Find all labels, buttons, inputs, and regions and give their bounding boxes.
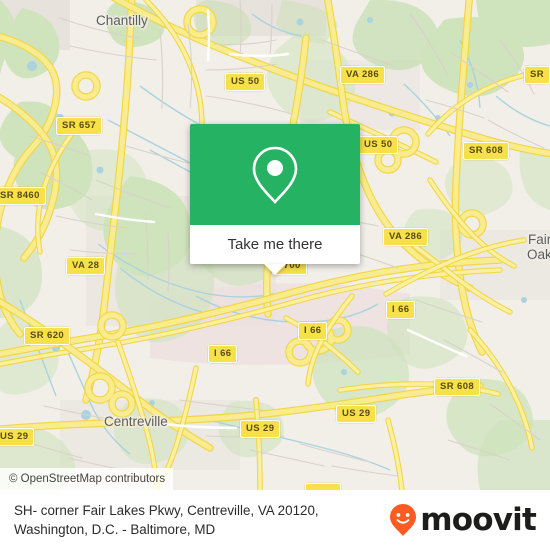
road-shield: I 66 [386,301,416,319]
moovit-map-screenshot: .park { fill:#cfe3bd; } .wood { fill:#c6… [0,0,550,550]
road-shield: SR 657 [56,117,103,135]
road-shield [305,483,341,490]
location-pin-icon [252,146,298,204]
road-shield: US 29 [240,420,281,438]
place-label: Fair [528,232,550,247]
place-label: Centreville [104,414,168,429]
road-shield: SR 608 [463,142,510,160]
attribution-text: © OpenStreetMap contributors [9,473,166,485]
road-shield: US 29 [0,428,35,446]
map-attribution[interactable]: © OpenStreetMap contributors [0,468,174,490]
road-shield: VA 286 [383,228,429,246]
road-shield: I 66 [298,322,328,340]
moovit-wordmark: moovit [420,501,537,538]
footer-bar: SH- corner Fair Lakes Pkwy, Centreville,… [0,490,550,550]
poi-card-header [190,124,360,225]
place-label: Oaks [527,247,550,262]
caption-line-2: Washington, D.C. - Baltimore, MD [14,522,216,537]
road-shield: US 50 [358,136,399,154]
road-shield: SR [524,66,550,84]
road-shield: SR 620 [24,327,71,345]
road-shield: I 66 [208,345,238,363]
location-caption: SH- corner Fair Lakes Pkwy, Centreville,… [14,501,319,539]
poi-callout-card[interactable]: Take me there [190,124,360,275]
road-shield: US 50 [225,73,266,91]
road-shield: SR 608 [434,378,481,396]
moovit-smiley-pin-icon [390,504,417,536]
map-canvas[interactable]: .park { fill:#cfe3bd; } .wood { fill:#c6… [0,0,550,490]
road-shield: VA 286 [340,66,386,84]
road-shield: US 29 [336,405,377,423]
poi-card-footer[interactable]: Take me there [190,225,360,264]
road-shield: SR 8460 [0,187,46,205]
poi-card-pointer [264,264,286,275]
road-shield: VA 28 [66,257,106,275]
place-label: Chantilly [96,13,148,28]
caption-line-1: SH- corner Fair Lakes Pkwy, Centreville,… [14,503,319,518]
take-me-there-button[interactable]: Take me there [227,236,322,253]
moovit-logo[interactable]: moovit [389,501,537,538]
